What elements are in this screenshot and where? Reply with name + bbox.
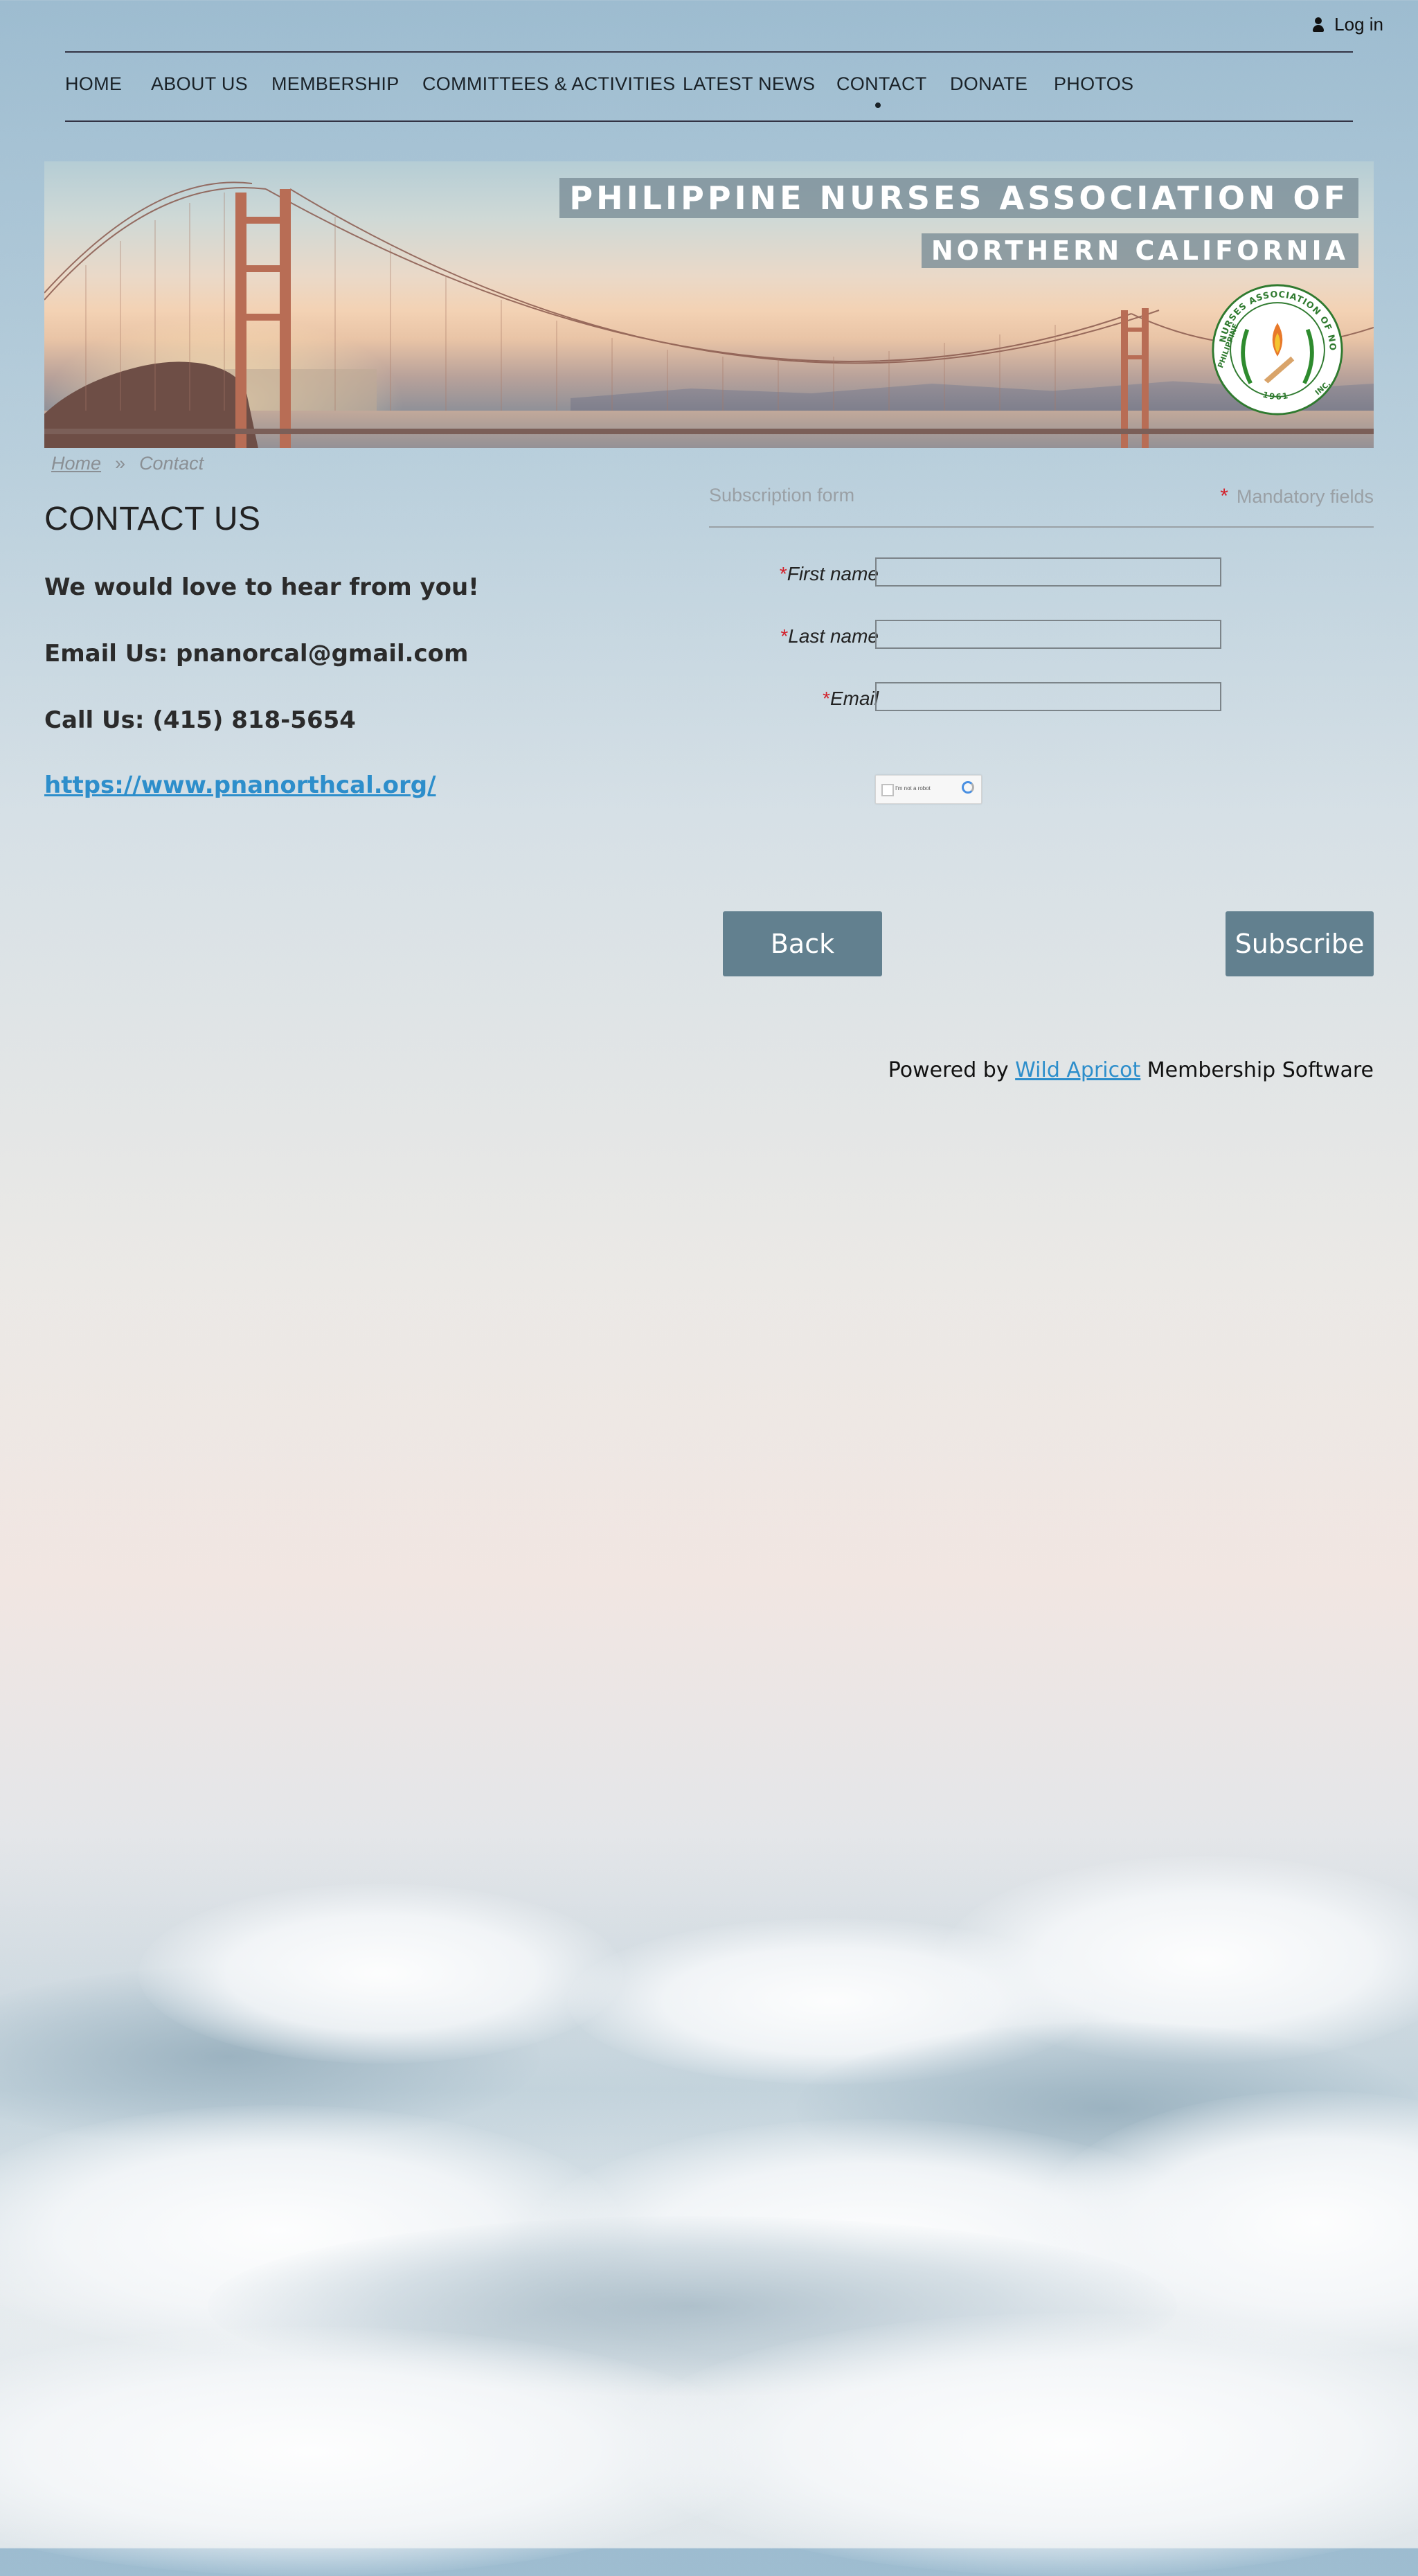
back-button[interactable]: Back (723, 911, 882, 976)
login-link[interactable]: Log in (1312, 14, 1383, 35)
mandatory-fields-label: Mandatory fields (1236, 486, 1374, 507)
first-name-label: *First name (780, 563, 879, 585)
wild-apricot-link[interactable]: Wild Apricot (1015, 1058, 1140, 1082)
nav-item-donate[interactable]: DONATE (950, 73, 1027, 95)
breadcrumb-separator: » (115, 453, 126, 474)
email-label-text: Email (829, 688, 879, 709)
email-input[interactable] (875, 682, 1221, 711)
breadcrumb-current: Contact (139, 453, 204, 474)
last-name-label: *Last name (780, 625, 879, 647)
subscription-form-header: Subscription form * Mandatory fields (709, 485, 1374, 528)
powered-by-suffix: Membership Software (1147, 1058, 1374, 1082)
nav-item-home[interactable]: HOME (65, 73, 122, 95)
subscribe-button[interactable]: Subscribe (1226, 911, 1374, 976)
phone-text: Call Us: (415) 818-5654 (44, 706, 356, 734)
main-nav: HOME ABOUT US MEMBERSHIP COMMITTEES & AC… (65, 51, 1353, 122)
required-marker: * (823, 688, 830, 709)
recaptcha-checkbox[interactable] (881, 784, 894, 796)
nav-item-committees-activities[interactable]: COMMITTEES & ACTIVITIES (422, 73, 675, 95)
nav-item-latest-news[interactable]: LATEST NEWS (683, 73, 815, 95)
person-icon (1312, 17, 1325, 33)
intro-text: We would love to hear from you! (44, 573, 479, 601)
required-marker: * (779, 563, 787, 584)
first-name-label-text: First name (787, 563, 879, 584)
breadcrumb-home-link[interactable]: Home (51, 453, 101, 474)
breadcrumb: Home » Contact (51, 453, 204, 474)
nav-item-about-us[interactable]: ABOUT US (151, 73, 248, 95)
subscription-form-title: Subscription form (709, 485, 855, 506)
powered-by-footer: Powered by Wild Apricot Membership Softw… (888, 1058, 1374, 1082)
website-link[interactable]: https://www.pnanorthcal.org/ (44, 771, 436, 799)
page-title: CONTACT US (44, 501, 261, 537)
recaptcha-label: I'm not a robot (895, 785, 931, 791)
login-label: Log in (1334, 14, 1383, 35)
cloud-background (0, 1800, 1418, 2576)
association-seal-logo: NURSES ASSOCIATION OF NORTHERN CALIFORNI… (1210, 283, 1343, 415)
email-row: *Email (709, 682, 1374, 714)
banner-title-line2: NORTHERN CALIFORNIA (921, 233, 1358, 268)
nav-item-membership[interactable]: MEMBERSHIP (271, 73, 400, 95)
first-name-row: *First name (709, 557, 1374, 589)
active-nav-indicator (875, 102, 881, 108)
last-name-row: *Last name (709, 620, 1374, 652)
powered-by-prefix: Powered by (888, 1058, 1009, 1082)
nav-item-contact[interactable]: CONTACT (836, 73, 927, 95)
header-banner: PHILIPPINE NURSES ASSOCIATION OF NORTHER… (44, 161, 1374, 448)
email-label: *Email (823, 688, 879, 710)
required-star: * (1220, 485, 1228, 508)
first-name-input[interactable] (875, 557, 1221, 587)
required-marker: * (780, 625, 789, 647)
banner-title-line1: PHILIPPINE NURSES ASSOCIATION OF (559, 178, 1358, 218)
email-text: Email Us: pnanorcal@gmail.com (44, 640, 469, 668)
recaptcha-icon (962, 781, 974, 794)
last-name-label-text: Last name (788, 625, 879, 647)
last-name-input[interactable] (875, 620, 1221, 649)
nav-item-photos[interactable]: PHOTOS (1054, 73, 1133, 95)
recaptcha-widget[interactable]: I'm not a robot (875, 775, 982, 804)
mandatory-fields-note: * Mandatory fields (1220, 485, 1374, 508)
